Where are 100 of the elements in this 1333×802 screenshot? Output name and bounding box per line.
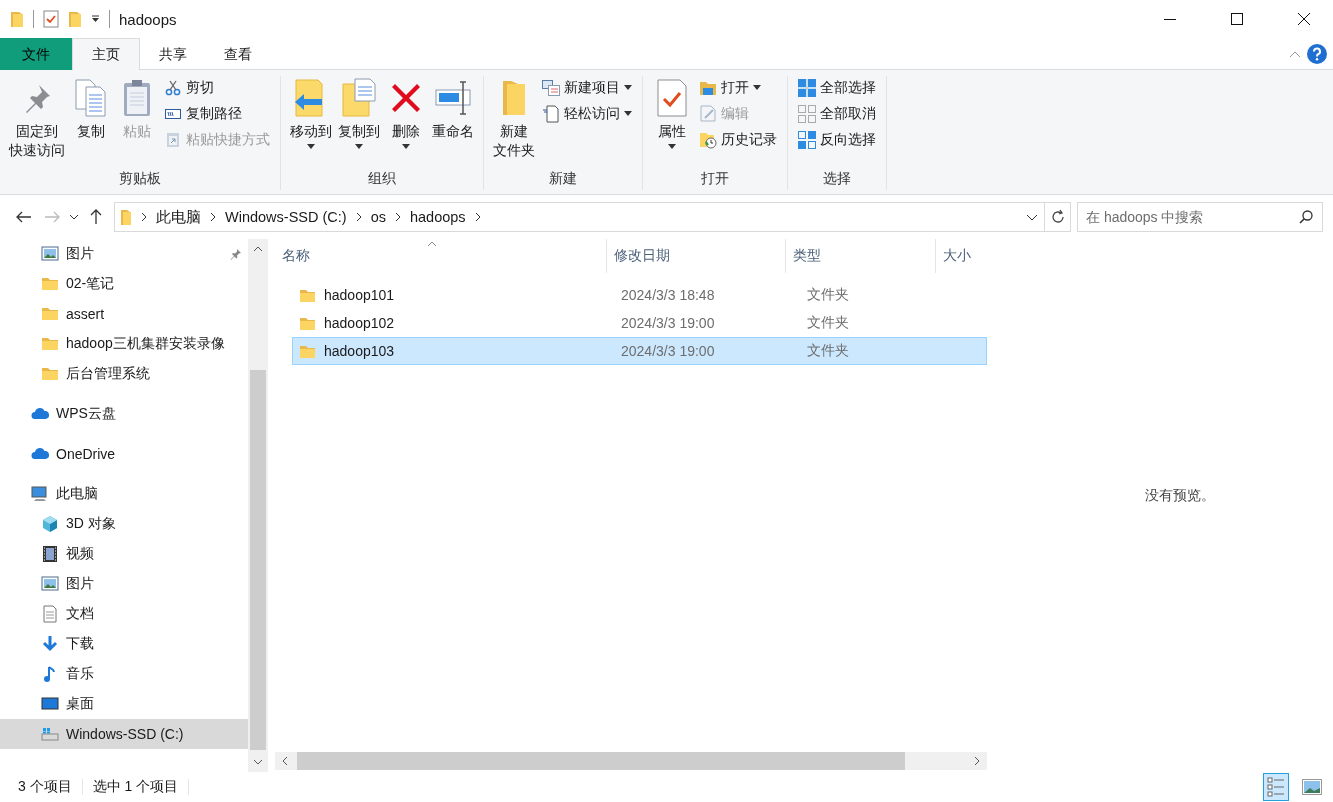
copy-to-icon	[341, 78, 377, 118]
chevron-down-icon	[1026, 213, 1038, 221]
ribbon-group-label: 打开	[700, 170, 730, 188]
table-cell-text: 2024/3/3 19:00	[620, 315, 716, 331]
table-cell-text: 文件夹	[806, 314, 850, 332]
column-header[interactable]: 名称	[275, 239, 607, 273]
sidebar-item[interactable]: 02-笔记	[0, 269, 248, 299]
sidebar-item[interactable]: hadoop三机集群安装录像	[0, 329, 248, 359]
maximize-icon	[1231, 13, 1243, 25]
search-field[interactable]: 在 hadoops 中搜索	[1077, 202, 1323, 232]
chevron-down-icon	[69, 214, 79, 220]
sidebar-item[interactable]: assert	[0, 299, 248, 329]
folder-icon	[299, 287, 315, 303]
ribbon-button[interactable]: 全部选择	[798, 76, 876, 99]
ribbon-button[interactable]: 新建 文件夹	[491, 76, 537, 160]
document-icon	[543, 104, 559, 123]
sidebar-item[interactable]: WPS云盘	[0, 399, 248, 429]
file-name: hadoop101	[324, 287, 395, 303]
file-name: hadoop103	[324, 343, 395, 359]
chevron-right-icon	[974, 756, 980, 766]
desktop-icon	[41, 695, 59, 713]
sidebar-item[interactable]: 文档	[0, 599, 248, 629]
window-title: hadoops	[119, 10, 177, 28]
back-arrow-icon	[16, 211, 32, 223]
chevron-right-icon	[355, 212, 362, 222]
folder-icon	[41, 275, 59, 293]
path-icon	[165, 107, 181, 120]
sidebar-item[interactable]: Windows-SSD (C:)	[0, 719, 248, 749]
ribbon-button[interactable]: 复制	[69, 76, 113, 141]
file-row[interactable]: hadoop103 2024/3/3 19:00 文件夹	[292, 337, 987, 365]
ribbon-button[interactable]: 移动到	[288, 76, 334, 149]
breadcrumb-item[interactable]: 此电脑	[156, 207, 201, 227]
chevron-up-icon	[1289, 49, 1301, 58]
ribbon-button[interactable]: 轻松访问	[542, 102, 632, 125]
sidebar-item[interactable]: 图片	[0, 239, 248, 269]
ribbon-button[interactable]: 全部取消	[798, 102, 876, 125]
ribbon-button[interactable]: 历史记录	[699, 128, 777, 151]
table-cell-text: 文件夹	[806, 342, 850, 360]
ribbon-button[interactable]: 删除	[384, 76, 428, 149]
computer-icon	[31, 485, 49, 503]
ribbon-button[interactable]: 新建项目	[542, 76, 632, 99]
ribbon-button[interactable]: 打开	[699, 76, 777, 99]
column-header[interactable]: 类型	[786, 239, 936, 273]
breadcrumb-item[interactable]: Windows-SSD (C:)	[225, 209, 347, 225]
folder-icon	[41, 365, 59, 383]
view-toggle-button[interactable]	[1263, 773, 1289, 801]
scissors-icon	[165, 79, 181, 96]
refresh-button[interactable]	[1045, 202, 1071, 232]
history-icon	[699, 130, 717, 149]
ribbon-button[interactable]: 属性	[650, 76, 694, 149]
ribbon-button[interactable]: 固定到 快速访问	[7, 76, 67, 160]
ribbon-button[interactable]: 复制到	[336, 76, 382, 149]
sidebar-item[interactable]: 3D 对象	[0, 509, 248, 539]
sidebar-item[interactable]: 图片	[0, 569, 248, 599]
document-icon	[41, 605, 59, 623]
sidebar-item[interactable]: 桌面	[0, 689, 248, 719]
column-header[interactable]: 大小	[936, 239, 979, 273]
ribbon-button[interactable]: 剪切	[164, 76, 270, 99]
ribbon-tab[interactable]: 查看	[205, 38, 270, 70]
preview-message: 没有预览。	[1145, 486, 1215, 505]
folder-icon	[501, 79, 527, 117]
sidebar-item[interactable]: OneDrive	[0, 439, 248, 469]
ribbon-tab[interactable]: 共享	[140, 38, 205, 70]
ribbon-tab[interactable]: 文件	[0, 38, 72, 70]
shortcut-icon	[166, 131, 180, 148]
folder-icon	[41, 305, 59, 323]
properties-icon	[657, 79, 687, 117]
download-arrow-icon	[41, 635, 59, 653]
chevron-right-icon	[210, 212, 216, 222]
folder-icon	[68, 10, 82, 28]
file-row[interactable]: hadoop102 2024/3/3 19:00 文件夹	[292, 309, 987, 337]
sidebar-item[interactable]: 下载	[0, 629, 248, 659]
new-item-icon	[542, 79, 560, 96]
status-text: 选中 1 个项目	[92, 778, 179, 796]
close-icon	[1298, 13, 1310, 25]
rename-icon	[434, 80, 472, 116]
breadcrumb-item[interactable]: hadoops	[410, 209, 466, 225]
ribbon-button[interactable]: 重命名	[430, 76, 476, 141]
scrollbar[interactable]	[248, 239, 268, 772]
ribbon-button[interactable]: 复制路径	[164, 102, 270, 125]
refresh-icon	[1049, 209, 1066, 225]
address-bar[interactable]: 此电脑 Windows-SSD (C:) os hadoops	[114, 202, 1045, 232]
ribbon-tab[interactable]: 主页	[72, 38, 140, 70]
sidebar-item[interactable]: 视频	[0, 539, 248, 569]
column-header[interactable]: 修改日期	[607, 239, 786, 273]
chevron-down-icon	[253, 759, 263, 765]
chevron-right-icon	[474, 212, 481, 222]
status-text: 3 个项目	[18, 778, 72, 796]
sidebar-item[interactable]: 此电脑	[0, 479, 248, 509]
sidebar-item[interactable]: 后台管理系统	[0, 359, 248, 389]
copy-icon	[74, 79, 108, 117]
folder-icon	[299, 343, 315, 359]
chevron-up-icon	[253, 246, 263, 252]
sidebar-item[interactable]: 音乐	[0, 659, 248, 689]
ribbon-button[interactable]: 反向选择	[798, 128, 876, 151]
file-row[interactable]: hadoop101 2024/3/3 18:48 文件夹	[292, 281, 987, 309]
scrollbar-thumb[interactable]	[250, 370, 266, 750]
invert-selection-icon	[798, 130, 816, 149]
film-icon	[41, 545, 59, 563]
breadcrumb-item[interactable]: os	[370, 209, 386, 225]
